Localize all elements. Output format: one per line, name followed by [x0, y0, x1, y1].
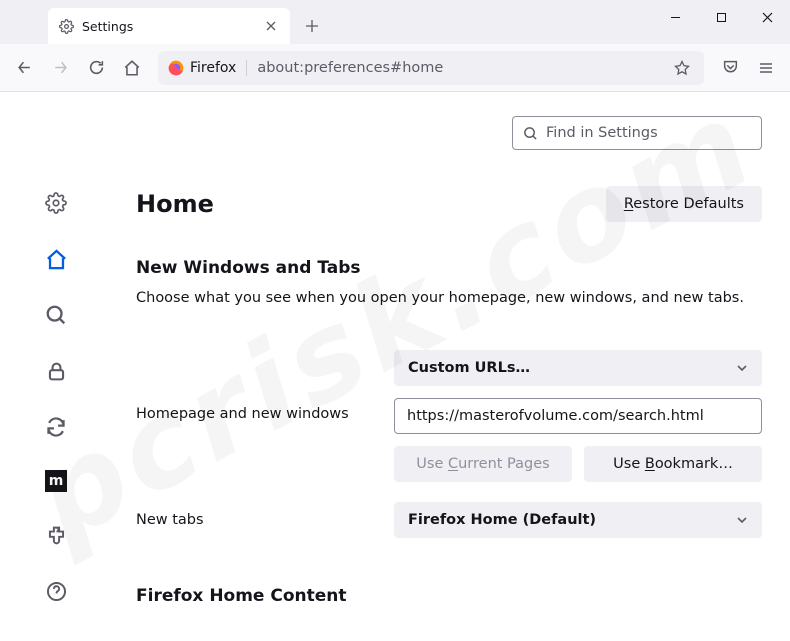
- homepage-mode-select[interactable]: Custom URLs…: [394, 350, 762, 386]
- homepage-mode-value: Custom URLs…: [408, 360, 530, 376]
- titlebar: Settings: [0, 0, 790, 44]
- sidebar-general[interactable]: [43, 190, 69, 216]
- reload-button[interactable]: [80, 52, 112, 84]
- minimize-button[interactable]: [652, 0, 698, 34]
- url-text: about:preferences#home: [257, 60, 660, 76]
- page-title: Home: [136, 190, 214, 218]
- sidebar-search[interactable]: [43, 302, 69, 328]
- sidebar-privacy[interactable]: [43, 358, 69, 384]
- newtabs-mode-value: Firefox Home (Default): [408, 512, 596, 528]
- bookmark-star-icon[interactable]: [670, 56, 694, 80]
- settings-main: Home Restore Defaults New Windows and Ta…: [112, 92, 790, 641]
- new-tab-button[interactable]: [296, 10, 328, 42]
- home-button[interactable]: [116, 52, 148, 84]
- window-controls: [652, 0, 790, 34]
- use-current-pages-button[interactable]: Use Current Pages: [394, 446, 572, 482]
- firefox-icon: [168, 60, 184, 76]
- url-bar[interactable]: Firefox about:preferences#home: [158, 51, 704, 85]
- homepage-label: Homepage and new windows: [136, 350, 394, 422]
- newtabs-mode-select[interactable]: Firefox Home (Default): [394, 502, 762, 538]
- search-icon: [523, 126, 538, 141]
- newtabs-label: New tabs: [136, 512, 394, 528]
- tab-title: Settings: [82, 19, 254, 34]
- identity-box[interactable]: Firefox: [168, 60, 247, 76]
- find-in-settings-input[interactable]: [546, 125, 751, 141]
- app-menu-button[interactable]: [750, 52, 782, 84]
- forward-button: [44, 52, 76, 84]
- gear-icon: [58, 18, 74, 34]
- close-window-button[interactable]: [744, 0, 790, 34]
- section-firefox-home-content: Firefox Home Content: [136, 586, 762, 606]
- sidebar-extensions[interactable]: [43, 522, 69, 548]
- browser-tab[interactable]: Settings: [48, 8, 290, 44]
- chevron-down-icon: [736, 362, 748, 374]
- settings-sidebar: m: [0, 92, 112, 641]
- restore-defaults-button[interactable]: Restore Defaults: [606, 186, 762, 222]
- sidebar-help[interactable]: [43, 578, 69, 604]
- save-to-pocket-button[interactable]: [714, 52, 746, 84]
- chevron-down-icon: [736, 514, 748, 526]
- use-bookmark-button[interactable]: Use Bookmark…: [584, 446, 762, 482]
- section-description: Choose what you see when you open your h…: [136, 288, 762, 308]
- content-area: m Home Restore Defaults New Windows and …: [0, 92, 790, 641]
- section-new-windows-tabs: New Windows and Tabs: [136, 258, 762, 278]
- maximize-button[interactable]: [698, 0, 744, 34]
- nav-toolbar: Firefox about:preferences#home: [0, 44, 790, 92]
- sidebar-sync[interactable]: [43, 414, 69, 440]
- close-icon[interactable]: [262, 17, 280, 35]
- identity-label: Firefox: [190, 60, 236, 76]
- sidebar-extension-m[interactable]: m: [45, 470, 67, 492]
- find-in-settings[interactable]: [512, 116, 762, 150]
- sidebar-home[interactable]: [43, 246, 69, 272]
- back-button[interactable]: [8, 52, 40, 84]
- homepage-url-input[interactable]: [394, 398, 762, 434]
